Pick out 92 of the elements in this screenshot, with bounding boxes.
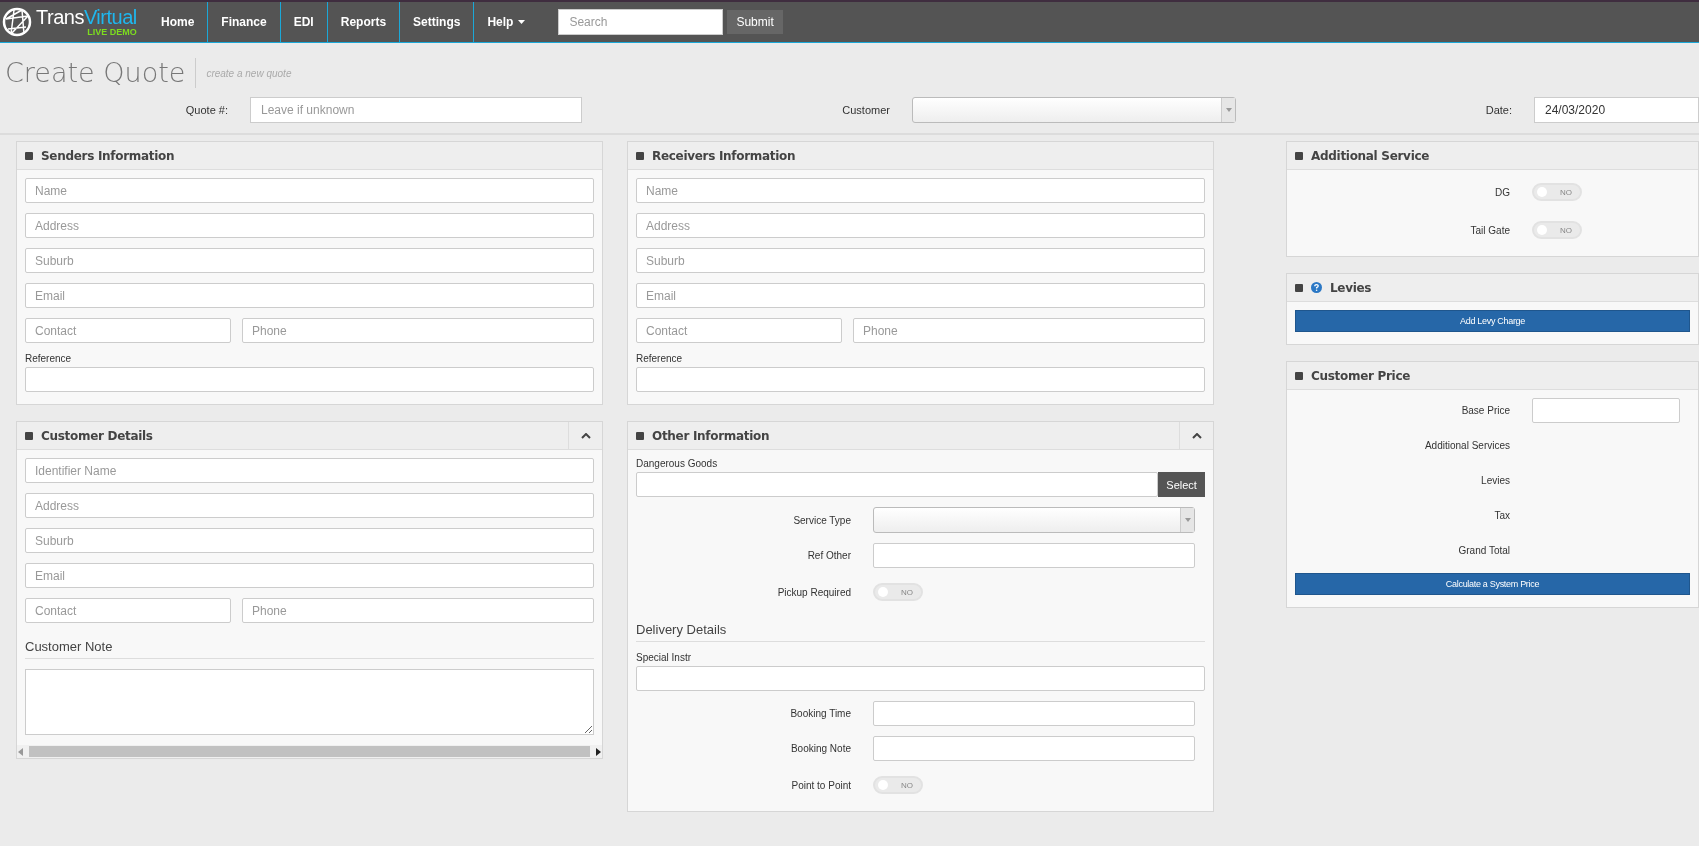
- field-label: Reference: [25, 353, 73, 364]
- brand-tagline: LIVE DEMO: [87, 28, 137, 37]
- text-input[interactable]: [636, 367, 1205, 392]
- field-label: Point to Point: [790, 779, 851, 791]
- field-label: Date:: [1484, 104, 1513, 116]
- globe-logo-icon: [2, 7, 32, 37]
- text-input[interactable]: Suburb: [636, 248, 1205, 273]
- text-input[interactable]: Email: [25, 283, 594, 308]
- chevron-up-icon: [580, 432, 591, 439]
- submit-button[interactable]: Submit: [727, 10, 783, 34]
- text-input[interactable]: Contact: [25, 318, 231, 343]
- quote-number-field[interactable]: Leave if unknown: [250, 97, 582, 123]
- field-label: Dangerous Goods: [636, 458, 719, 469]
- nav-menu-item[interactable]: EDI: [279, 2, 327, 42]
- field-label: Levies: [1480, 475, 1510, 486]
- caret-icon: [518, 20, 526, 24]
- panel-title: Customer Price: [1311, 368, 1412, 383]
- square-icon: [1295, 283, 1303, 292]
- square-icon: [25, 151, 33, 160]
- section-heading: Delivery Details: [636, 616, 1205, 642]
- text-input[interactable]: Phone: [853, 318, 1205, 343]
- text-input[interactable]: Name: [25, 178, 594, 203]
- text-input[interactable]: Contact: [636, 318, 842, 343]
- page-title: Create Quote: [5, 58, 197, 88]
- panel-title: Customer Details: [41, 428, 154, 443]
- select-button[interactable]: Select: [1158, 472, 1205, 497]
- field-label: Tax: [1493, 510, 1510, 521]
- field-label: Tail Gate: [1469, 224, 1510, 236]
- dropdown-arrow-icon: [1184, 518, 1191, 522]
- text-input[interactable]: [873, 701, 1195, 726]
- text-input[interactable]: Address: [25, 493, 594, 518]
- nav-menu-item[interactable]: Home: [148, 2, 208, 42]
- action-button[interactable]: Add Levy Charge: [1295, 310, 1690, 332]
- text-input[interactable]: [636, 666, 1205, 691]
- nav-menu-item[interactable]: Reports: [326, 2, 400, 42]
- field-label: Ref Other: [806, 550, 851, 561]
- note-textarea[interactable]: [25, 669, 594, 735]
- help-icon: [1311, 282, 1322, 293]
- field-label: Customer: [841, 104, 891, 116]
- text-input[interactable]: [873, 543, 1195, 568]
- text-input[interactable]: Address: [636, 213, 1205, 238]
- text-input[interactable]: [1532, 398, 1680, 423]
- field-label: Booking Note: [789, 743, 851, 754]
- text-input[interactable]: Phone: [242, 598, 594, 623]
- field-label: Service Type: [792, 514, 851, 526]
- text-input[interactable]: Suburb: [25, 528, 594, 553]
- search-field[interactable]: Search: [558, 9, 724, 35]
- horizontal-scrollbar[interactable]: [17, 745, 602, 758]
- scroll-right-icon: [594, 747, 602, 756]
- nav-menu-item[interactable]: Help: [473, 2, 539, 42]
- brand-name: TransVirtual: [36, 7, 137, 27]
- square-icon: [1295, 151, 1303, 160]
- field-label: Additional Services: [1423, 440, 1510, 451]
- square-icon: [25, 431, 33, 440]
- dropdown-arrow-icon: [1225, 108, 1232, 112]
- field-label: Grand Total: [1457, 545, 1510, 556]
- field-label: Base Price: [1460, 405, 1510, 416]
- square-icon: [636, 431, 644, 440]
- date-field[interactable]: 24/03/2020: [1534, 97, 1699, 123]
- panel-title: Receivers Information: [652, 148, 797, 163]
- text-input[interactable]: Identifier Name: [25, 458, 594, 483]
- action-button[interactable]: Calculate a System Price: [1295, 573, 1690, 595]
- text-input[interactable]: Contact: [25, 598, 231, 623]
- page-subtitle: create a new quote: [206, 67, 292, 79]
- chevron-up-icon: [1191, 432, 1202, 439]
- field-label: DG: [1494, 186, 1510, 198]
- customer-dropdown[interactable]: [912, 97, 1236, 123]
- field-label: Quote #:: [184, 104, 229, 116]
- text-input[interactable]: [873, 736, 1195, 761]
- field-label: Booking Time: [789, 708, 851, 719]
- text-input[interactable]: Phone: [242, 318, 594, 343]
- text-input[interactable]: [25, 367, 594, 392]
- text-input[interactable]: Email: [25, 563, 594, 588]
- text-input[interactable]: Name: [636, 178, 1205, 203]
- field-label: Special Instr: [636, 652, 693, 663]
- nav-menu-item[interactable]: Settings: [399, 2, 474, 42]
- square-icon: [636, 151, 644, 160]
- panel-title: Levies: [1330, 280, 1373, 295]
- select-dropdown[interactable]: [873, 507, 1195, 533]
- panel-title: Other Information: [652, 428, 771, 443]
- field-label: Reference: [636, 353, 684, 364]
- scroll-left-icon: [17, 747, 25, 756]
- text-input[interactable]: Email: [636, 283, 1205, 308]
- text-input[interactable]: Suburb: [25, 248, 594, 273]
- square-icon: [1295, 371, 1303, 380]
- text-input[interactable]: Address: [25, 213, 594, 238]
- nav-menu-item[interactable]: Finance: [207, 2, 280, 42]
- panel-title: Additional Service: [1311, 148, 1431, 163]
- field-label: Pickup Required: [776, 586, 851, 598]
- panel-title: Senders Information: [41, 148, 176, 163]
- section-heading: Customer Note: [25, 633, 594, 659]
- text-input[interactable]: [636, 472, 1159, 497]
